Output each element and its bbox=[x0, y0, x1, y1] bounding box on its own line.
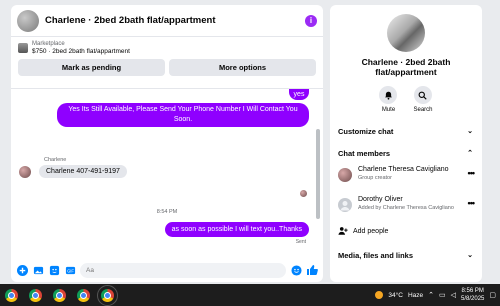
more-options-icon[interactable]: ••• bbox=[468, 198, 476, 208]
chevron-up-icon: ⌃ bbox=[467, 150, 473, 157]
listing-summary[interactable]: $750 · 2bed 2bath flat/appartment bbox=[32, 48, 130, 55]
chrome-icon[interactable] bbox=[77, 288, 90, 302]
mute-button[interactable]: Mute bbox=[379, 86, 398, 113]
member-name: Charlene Theresa Cavigliano bbox=[358, 166, 449, 173]
add-people-label: Add people bbox=[353, 227, 389, 235]
member-row[interactable]: Charlene Theresa Cavigliano Group creato… bbox=[330, 164, 482, 194]
profile-section: Charlene · 2bed 2bath flat/appartment Mu… bbox=[330, 5, 482, 113]
clock-time: 8:56 PM bbox=[461, 288, 484, 294]
volume-icon[interactable]: ◁ bbox=[451, 291, 456, 299]
member-row[interactable]: Dorothy Oliver Added by Charlene Theresa… bbox=[330, 194, 482, 224]
message-input[interactable] bbox=[86, 266, 280, 274]
chat-members-section[interactable]: Chat members ⌃ bbox=[330, 142, 482, 164]
member-name: Dorothy Oliver bbox=[358, 196, 403, 203]
sender-name: Charlene bbox=[44, 157, 67, 163]
sender-avatar[interactable] bbox=[19, 165, 31, 178]
media-files-links-section[interactable]: Media, files and links ⌄ bbox=[330, 244, 482, 266]
svg-text:GIF: GIF bbox=[67, 268, 74, 273]
profile-name: Charlene · 2bed 2bath flat/appartment bbox=[361, 57, 451, 77]
photo-icon[interactable] bbox=[32, 264, 44, 276]
message-list: yes Yes Its Still Available, Please Send… bbox=[11, 89, 323, 257]
outgoing-message[interactable]: Yes Its Still Available, Please Send You… bbox=[57, 103, 309, 127]
notification-icon[interactable]: ▢ bbox=[489, 291, 496, 299]
search-label: Search bbox=[413, 107, 433, 113]
customize-chat-section[interactable]: Customize chat ⌄ bbox=[330, 120, 482, 142]
section-title: Media, files and links bbox=[338, 250, 414, 260]
read-receipt-avatar bbox=[300, 190, 307, 197]
clock[interactable]: 8:56 PM 5/8/2025 bbox=[461, 287, 484, 303]
message-composer: GIF bbox=[11, 258, 323, 282]
mark-as-pending-button[interactable]: Mark as pending bbox=[18, 59, 165, 76]
scrollbar[interactable] bbox=[316, 129, 320, 219]
timestamp-separator: 8:54 PM bbox=[156, 209, 178, 215]
chat-panel: Charlene · 2bed 2bath flat/appartment i … bbox=[11, 5, 323, 282]
system-tray: 34°C Haze ⌃ ▭ ◁ 8:56 PM 5/8/2025 ▢ bbox=[375, 284, 496, 306]
listing-thumbnail[interactable] bbox=[18, 43, 28, 53]
sticker-icon[interactable] bbox=[48, 264, 60, 276]
outgoing-message[interactable]: yes bbox=[289, 89, 309, 100]
add-people-button[interactable]: Add people bbox=[330, 224, 482, 238]
member-role: Group creator bbox=[358, 175, 392, 181]
incoming-message-row: Charlene 407-491-9197 bbox=[19, 165, 127, 178]
clock-date: 5/8/2025 bbox=[461, 296, 485, 302]
chat-header: Charlene · 2bed 2bath flat/appartment i bbox=[11, 5, 323, 37]
chevron-down-icon: ⌄ bbox=[467, 252, 473, 259]
mute-label: Mute bbox=[381, 107, 396, 113]
gif-icon[interactable]: GIF bbox=[64, 264, 76, 276]
chrome-icon[interactable] bbox=[53, 288, 66, 302]
more-options-icon[interactable]: ••• bbox=[468, 168, 476, 178]
outgoing-message[interactable]: as soon as possible I will text you..Tha… bbox=[164, 222, 309, 237]
chat-details-sidebar: Charlene · 2bed 2bath flat/appartment Mu… bbox=[330, 5, 482, 282]
member-avatar[interactable] bbox=[338, 168, 352, 182]
incoming-message[interactable]: Charlene 407-491-9197 bbox=[39, 165, 127, 178]
message-input-wrapper bbox=[80, 262, 286, 278]
thumbs-up-icon[interactable] bbox=[306, 264, 318, 276]
message-status: Sent bbox=[295, 239, 306, 245]
more-options-button[interactable]: More options bbox=[169, 59, 316, 76]
chrome-icon[interactable] bbox=[29, 288, 42, 302]
chrome-icon[interactable] bbox=[5, 288, 18, 302]
chevron-down-icon: ⌄ bbox=[467, 128, 473, 135]
chat-title[interactable]: Charlene · 2bed 2bath flat/appartment bbox=[45, 15, 305, 26]
search-button[interactable]: Search bbox=[413, 86, 433, 113]
chrome-icon[interactable] bbox=[97, 284, 118, 306]
info-icon[interactable]: i bbox=[305, 14, 317, 27]
chevron-up-icon[interactable]: ⌃ bbox=[428, 291, 434, 299]
bell-icon bbox=[379, 86, 398, 104]
member-role: Added by Charlene Theresa Cavigliano bbox=[358, 205, 454, 211]
weather-icon[interactable] bbox=[375, 291, 384, 299]
weather-temp[interactable]: 34°C bbox=[388, 292, 403, 299]
network-icon[interactable]: ▭ bbox=[439, 291, 446, 299]
profile-avatar[interactable] bbox=[387, 14, 425, 52]
weather-condition[interactable]: Haze bbox=[408, 292, 423, 299]
section-title: Customize chat bbox=[338, 126, 394, 136]
marketplace-banner: Marketplace $750 · 2bed 2bath flat/appar… bbox=[11, 37, 323, 89]
add-person-icon bbox=[338, 227, 348, 235]
member-avatar[interactable] bbox=[338, 198, 352, 212]
marketplace-label: Marketplace bbox=[32, 41, 65, 47]
section-title: Chat members bbox=[338, 148, 391, 158]
emoji-icon[interactable] bbox=[290, 264, 302, 276]
taskbar: 34°C Haze ⌃ ▭ ◁ 8:56 PM 5/8/2025 ▢ bbox=[0, 284, 500, 306]
plus-icon[interactable] bbox=[16, 264, 28, 276]
search-icon bbox=[413, 86, 432, 104]
conversation-avatar[interactable] bbox=[17, 9, 39, 32]
